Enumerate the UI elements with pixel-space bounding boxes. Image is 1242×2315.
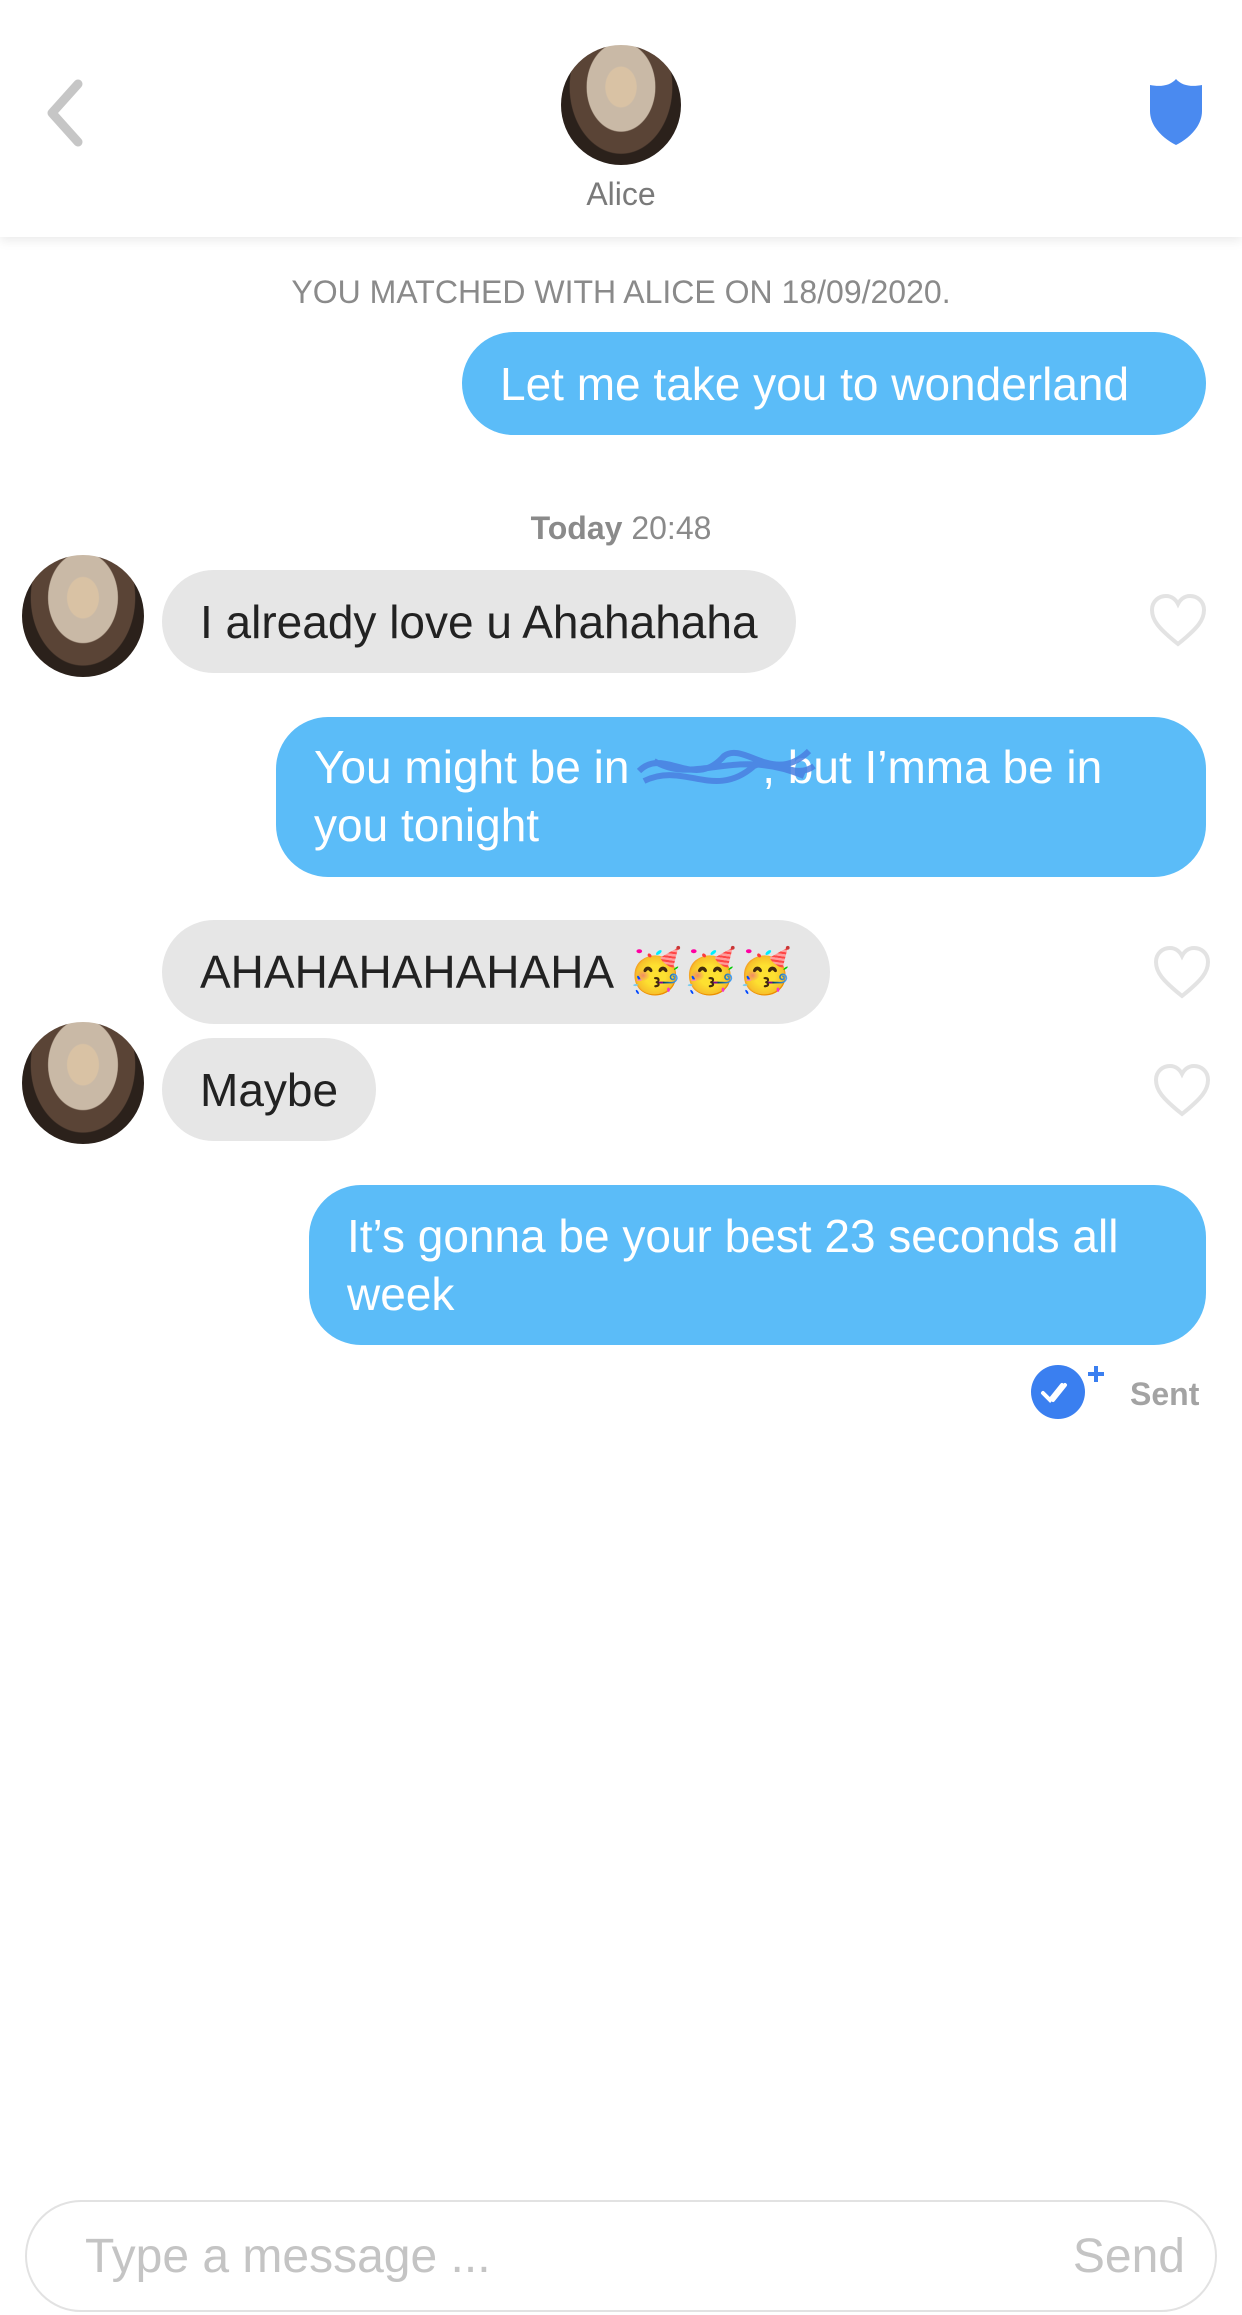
timestamp-time: 20:48 <box>631 510 712 546</box>
party-face-emoji: 🥳🥳🥳 <box>628 947 793 996</box>
send-button[interactable]: Send <box>1073 2229 1185 2284</box>
redacted-scribble <box>637 748 817 791</box>
double-check-icon[interactable] <box>1028 1362 1108 1422</box>
message-timestamp: Today 20:48 <box>0 510 1242 547</box>
contact-name: Alice <box>586 176 656 212</box>
sent-status: Sent <box>1130 1376 1200 1412</box>
message-text-before: You might be in <box>314 741 643 793</box>
message-incoming[interactable]: Maybe <box>162 1038 377 1141</box>
message-outgoing[interactable]: You might be in , but I’mma be in you to… <box>276 717 1206 877</box>
message-outgoing[interactable]: Let me take you to wonderland <box>462 332 1206 435</box>
message-composer[interactable]: Type a message ... Send <box>25 2200 1217 2312</box>
timestamp-day: Today <box>530 510 623 546</box>
contact-avatar[interactable] <box>561 45 681 165</box>
message-outgoing[interactable]: It’s gonna be your best 23 seconds all w… <box>309 1185 1206 1345</box>
message-input[interactable]: Type a message ... <box>85 2229 491 2284</box>
message-incoming[interactable]: AHAHAHAHAHAHA 🥳🥳🥳 <box>162 920 831 1024</box>
heart-icon[interactable] <box>1148 592 1208 648</box>
match-notice: YOU MATCHED WITH ALICE ON 18/09/2020. <box>291 274 951 310</box>
contact-avatar-small[interactable] <box>22 555 144 677</box>
chat-header: Alice <box>0 0 1242 237</box>
chevron-left-icon[interactable] <box>40 78 90 148</box>
heart-icon[interactable] <box>1152 944 1212 1000</box>
message-text: AHAHAHAHAHAHA <box>200 946 615 998</box>
contact-avatar-small[interactable] <box>22 1022 144 1144</box>
shield-icon[interactable] <box>1146 77 1206 147</box>
message-incoming[interactable]: I already love u Ahahahaha <box>162 570 796 673</box>
heart-icon[interactable] <box>1152 1062 1212 1118</box>
